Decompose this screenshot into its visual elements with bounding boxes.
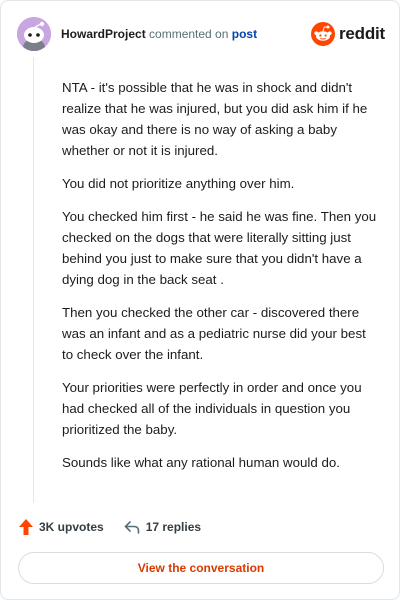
snoo-avatar-icon (17, 17, 51, 51)
comment-footer: 3K upvotes 17 replies (19, 517, 201, 537)
action-text: commented on (149, 27, 229, 41)
comment-paragraph: NTA - it's possible that he was in shock… (62, 80, 368, 158)
comment-header: HowardProject commented on post reddit (17, 17, 385, 51)
avatar[interactable] (17, 17, 51, 51)
header-byline: HowardProject commented on post (61, 26, 257, 42)
reddit-brand[interactable]: reddit (310, 22, 385, 46)
view-conversation-button[interactable]: View the conversation (18, 552, 384, 584)
comment-paragraph: You checked him first - he said he was f… (62, 209, 377, 287)
comment-card: HowardProject commented on post reddit N… (0, 0, 400, 600)
comment-paragraph: Your priorities were perfectly in order … (62, 380, 362, 437)
upvote-arrow-icon (19, 519, 33, 535)
comment-paragraph: You did not prioritize anything over him… (62, 176, 295, 191)
author-name[interactable]: HowardProject (61, 27, 146, 41)
post-link[interactable]: post (232, 27, 257, 41)
brand-wordmark: reddit (338, 24, 385, 43)
comment-body: NTA - it's possible that he was in shock… (62, 77, 380, 485)
comment-paragraph: Then you checked the other car - discove… (62, 305, 366, 362)
thread-line (33, 57, 34, 503)
upvote-count[interactable]: 3K upvotes (19, 519, 104, 535)
reply-count[interactable]: 17 replies (124, 520, 201, 534)
comment-paragraph: Sounds like what any rational human woul… (62, 455, 340, 470)
reddit-logo-icon (310, 22, 335, 46)
reply-label: 17 replies (145, 520, 202, 534)
upvote-label: 3K upvotes (39, 520, 104, 534)
reply-arrow-icon (124, 521, 139, 534)
